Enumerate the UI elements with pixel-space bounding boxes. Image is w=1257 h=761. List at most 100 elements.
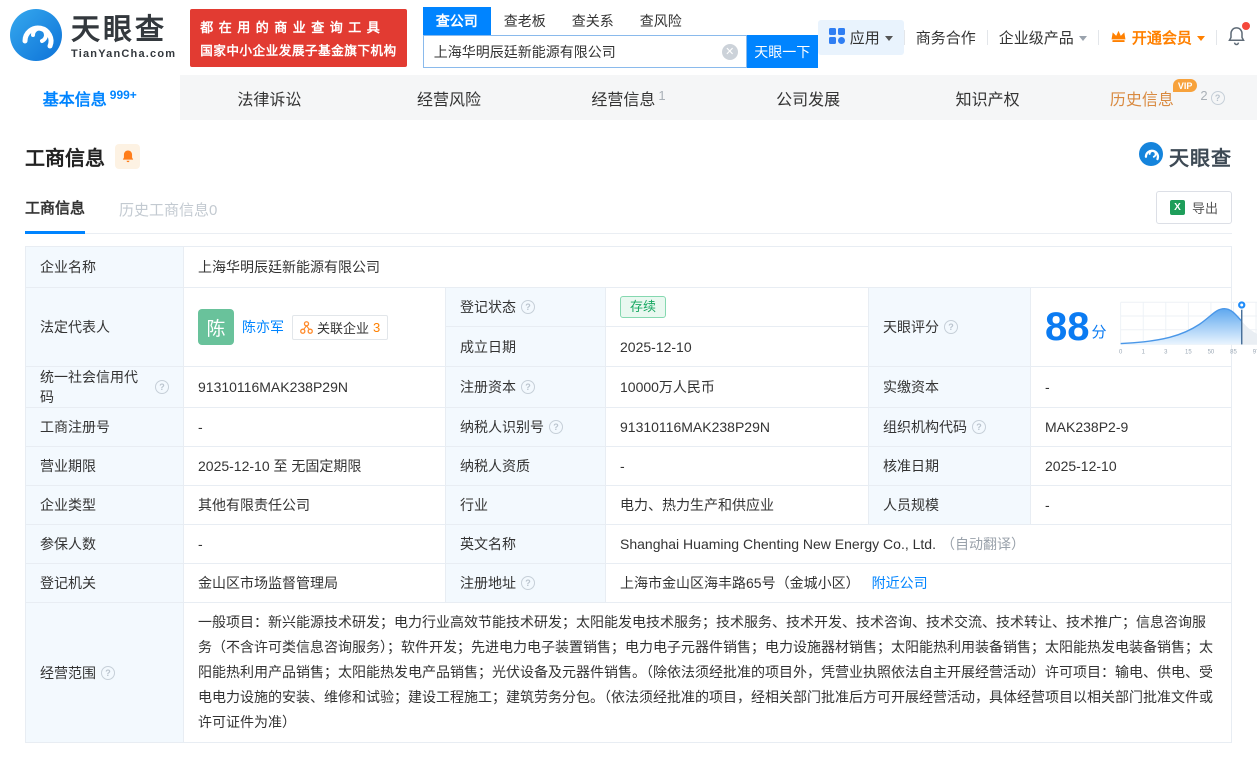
search-tabs: 查公司 查老板 查关系 查风险 [422,7,818,35]
taxpayer-id-value: 91310116MAK238P29N [606,408,869,446]
tab-intellectual-property[interactable]: 知识产权 [898,75,1078,120]
tab-label: 经营风险 [416,91,481,109]
company-type-value: 其他有限责任公司 [184,486,446,524]
help-icon[interactable]: ? [1210,90,1225,105]
help-icon[interactable]: ? [101,665,115,680]
search-area: 查公司 查老板 查关系 查风险 ✕ 天眼一下 [422,7,818,68]
notifications-bell[interactable] [1217,21,1256,50]
taxpayer-quality-value: - [606,447,869,485]
legal-rep-cell: 陈 陈亦军 关联企业 3 [184,288,446,366]
search-tab-boss[interactable]: 查老板 [491,7,559,35]
help-icon[interactable]: ? [155,380,169,394]
help-icon[interactable]: ? [521,300,535,314]
nav-cooperation[interactable]: 商务合作 [905,27,987,48]
avatar[interactable]: 陈 [198,309,234,345]
nav-open-vip[interactable]: 开通会员 [1099,27,1216,48]
industry-value: 电力、热力生产和供应业 [606,486,869,524]
reg-status-label: 登记状态 ? [446,288,606,327]
insured-count-label: 参保人数 [26,525,184,563]
svg-text:15: 15 [1185,350,1192,356]
legal-rep-link[interactable]: 陈亦军 [242,317,284,337]
taxpayer-id-label: 纳税人识别号 ? [446,408,606,446]
subtab-bar: 工商信息 历史工商信息0 X 导出 [25,191,1232,234]
english-name-cell: Shanghai Huaming Chenting New Energy Co.… [606,525,1231,563]
help-icon[interactable]: ? [549,420,563,434]
tab-operating-risk[interactable]: 经营风险 [359,75,539,120]
tab-label: 经营信息 [591,91,656,109]
table-row: 企业类型 其他有限责任公司 行业 电力、热力生产和供应业 人员规模 - [26,485,1231,524]
subtab-current-business-info[interactable]: 工商信息 [25,197,86,234]
help-icon[interactable]: ? [521,576,535,590]
nav-cooperation-label: 商务合作 [915,30,976,47]
tab-company-development[interactable]: 公司发展 [718,75,898,120]
search-input[interactable] [422,35,747,68]
status-badge: 存续 [620,295,667,319]
vip-badge: VIP [1172,79,1198,92]
tab-label: 法律诉讼 [237,91,302,109]
status-date-subgrid: 登记状态 ? 存续 成立日期 2025-12-10 [446,288,869,366]
nav-apps[interactable]: 应用 [817,20,904,55]
table-row: 经营范围 ? 一般项目：新兴能源技术研发；电力行业高效节能技术研发；太阳能发电技… [26,602,1231,742]
label-text: 注册地址 [460,575,516,591]
credit-code-label: 统一社会信用代码 ? [26,367,184,407]
paid-capital-value: - [1045,379,1050,395]
clear-search-icon[interactable]: ✕ [721,44,738,60]
help-icon[interactable]: ? [521,380,535,394]
business-info-table: 企业名称 上海华明辰廷新能源有限公司 法定代表人 陈 陈亦军 关联企业 3 登记… [25,246,1257,743]
brand-domain: TianYanCha.com [71,47,177,60]
reg-status-cell: 存续 [606,288,868,327]
search-tab-risk[interactable]: 查风险 [627,7,695,35]
approval-date-value: 2025-12-10 [1045,458,1117,474]
reg-address-label: 注册地址 ? [446,564,606,602]
tab-history-info[interactable]: 历史信息 VIP 2 ? [1077,75,1257,120]
org-code-label: 组织机构代码 ? [869,408,1031,446]
taxpayer-quality-label: 纳税人资质 [446,447,606,485]
company-type-label: 企业类型 [26,486,184,524]
chevron-down-icon [884,36,893,41]
tab-operating-info[interactable]: 经营信息 1 [539,75,719,120]
score-cell: 88 分 0 1 3 15 50 85 9 [1031,288,1257,366]
export-label: 导出 [1191,201,1218,216]
tab-label: 知识产权 [955,91,1020,109]
nav-apps-label: 应用 [849,30,880,47]
help-icon[interactable]: ? [944,320,958,334]
table-row: 企业名称 上海华明辰廷新能源有限公司 [26,247,1231,287]
score-value: 88 [1045,305,1090,349]
subtab-history-business-info[interactable]: 历史工商信息0 [119,199,217,233]
search-button[interactable]: 天眼一下 [746,35,818,68]
monitor-bell-button[interactable] [115,144,140,169]
org-chart-icon [300,320,313,334]
insured-count-value: - [184,525,446,563]
score-unit: 分 [1091,324,1107,341]
nearby-companies-link[interactable]: 附近公司 [872,573,928,593]
svg-text:1: 1 [1141,350,1145,356]
tab-basic-info[interactable]: 基本信息 999+ [0,75,180,120]
apps-grid-icon [828,27,845,48]
help-icon[interactable]: ? [972,420,986,434]
company-tab-bar: 基本信息 999+ 法律诉讼 经营风险 经营信息 1 公司发展 知识产权 历史信… [0,75,1257,120]
tab-legal-proceedings[interactable]: 法律诉讼 [180,75,360,120]
business-term-label: 营业期限 [26,447,184,485]
reg-number-label: 工商注册号 [26,408,184,446]
tab-label: 公司发展 [776,91,841,109]
english-name-label: 英文名称 [446,525,606,563]
tianyancha-logo[interactable]: 天眼查 TianYanCha.com [10,9,176,66]
crown-icon [1110,28,1127,47]
slogan-line1: 都在用的商业查询工具 [200,19,386,35]
label-text: 统一社会信用代码 [40,369,138,405]
nav-enterprise-products[interactable]: 企业级产品 [988,27,1098,48]
label-text: 组织机构代码 [883,419,967,435]
nav-vip-label: 开通会员 [1131,30,1192,47]
table-row: 登记机关 金山区市场监督管理局 注册地址 ? 上海市金山区海丰路65号（金城小区… [26,563,1231,602]
reg-address-value: 上海市金山区海丰路65号（金城小区） [620,575,860,591]
related-companies-badge[interactable]: 关联企业 3 [292,314,389,340]
paid-capital-label: 实缴资本 [869,367,1031,407]
search-tab-relation[interactable]: 查关系 [559,7,627,35]
export-button[interactable]: X 导出 [1155,191,1232,224]
business-scope-label: 经营范围 ? [26,603,184,742]
business-info-section: 工商信息 天眼查 工商信息 历史工商信息0 X 导出 企业名称 上海华明辰廷新能… [0,120,1257,743]
svg-text:50: 50 [1207,350,1214,356]
search-tab-company[interactable]: 查公司 [422,7,491,35]
chevron-down-icon [1078,36,1087,41]
industry-label: 行业 [446,486,606,524]
